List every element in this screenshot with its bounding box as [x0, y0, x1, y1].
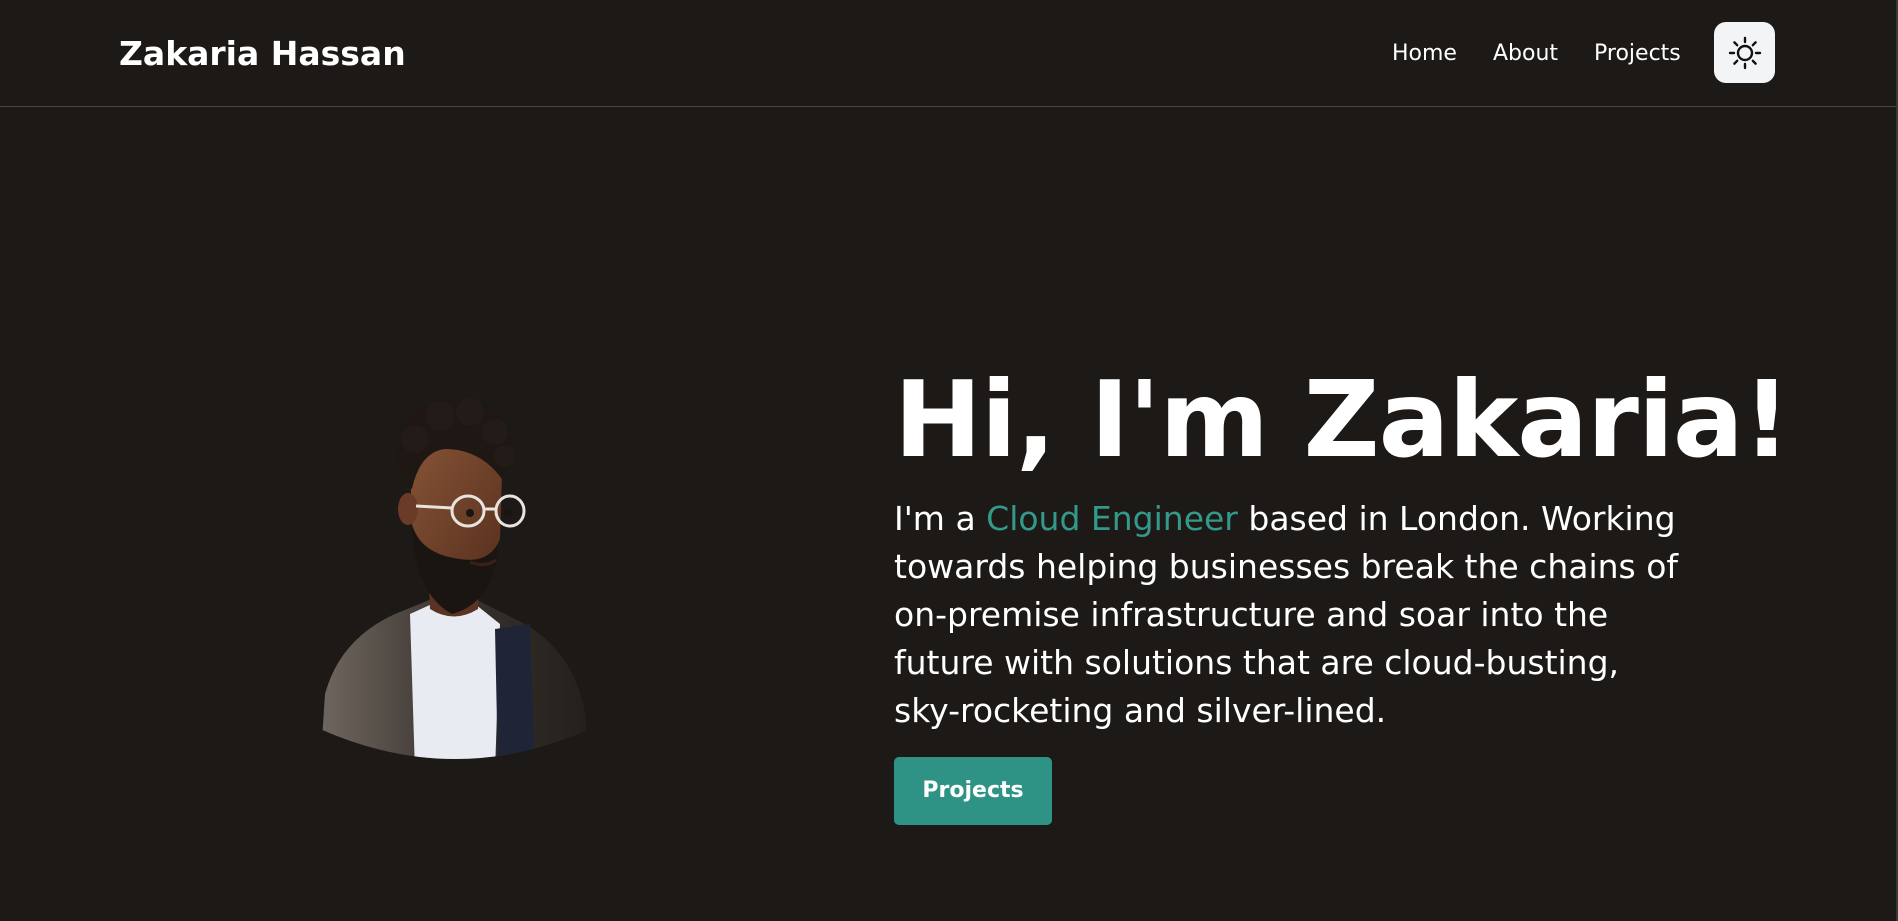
- nav-home-link[interactable]: Home: [1392, 38, 1457, 70]
- nav-projects-link[interactable]: Projects: [1594, 38, 1681, 70]
- role-highlight: Cloud Engineer: [986, 499, 1238, 538]
- nav-links: Home About Projects: [1392, 38, 1717, 70]
- nav-about-link[interactable]: About: [1493, 38, 1558, 70]
- intro-prefix: I'm a: [894, 499, 987, 538]
- hero-title: Hi, I'm Zakaria!: [894, 359, 1791, 481]
- navbar: Zakaria Hassan Home About Projects: [0, 0, 1898, 107]
- brand-name[interactable]: Zakaria Hassan: [119, 34, 406, 74]
- sun-icon: [1728, 36, 1761, 69]
- projects-button[interactable]: Projects: [894, 757, 1052, 825]
- theme-toggle-button[interactable]: [1714, 22, 1775, 83]
- avatar-image: [320, 398, 590, 759]
- page: Zakaria Hassan Home About Projects Hi, I…: [0, 0, 1898, 921]
- hero-section: Hi, I'm Zakaria! I'm a Cloud Engineer ba…: [894, 355, 1791, 825]
- hero-intro: I'm a Cloud Engineer based in London. Wo…: [894, 495, 1694, 735]
